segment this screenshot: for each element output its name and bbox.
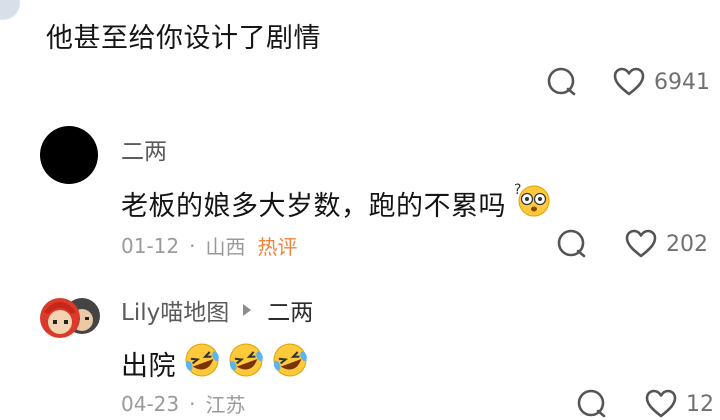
rolling-laughing-emoji xyxy=(180,340,224,387)
reply-text: 出院 xyxy=(121,351,176,382)
comment-text: 老板的娘多大岁数，跑的不累吗 xyxy=(121,191,506,222)
comment-actions: 6941 xyxy=(546,66,710,98)
heart-icon[interactable] xyxy=(624,228,658,260)
avatar[interactable] xyxy=(40,126,98,184)
heart-icon[interactable] xyxy=(612,66,646,98)
username[interactable]: Lily喵地图 xyxy=(121,293,229,327)
avatar[interactable] xyxy=(40,288,100,344)
reply-actions: 12 xyxy=(576,388,714,420)
reply-date: 04-23 xyxy=(121,391,180,416)
comment-actions: 202 xyxy=(556,228,708,260)
heart-icon[interactable] xyxy=(644,388,678,420)
flushed-face-emoji: ? xyxy=(512,182,552,225)
rolling-laughing-emoji xyxy=(224,340,268,387)
reply-header: Lily喵地图 二两 xyxy=(121,293,313,327)
reply-location: 江苏 xyxy=(205,393,246,417)
comment-date: 01-12 xyxy=(121,233,180,258)
reply-meta: 04-23 · 江苏 xyxy=(121,389,245,418)
comment-text: 他甚至给你设计了剧情 xyxy=(46,23,321,54)
hot-badge: 热评 xyxy=(257,235,298,259)
comment-icon[interactable] xyxy=(576,388,608,420)
reply-body: 出院 xyxy=(121,340,312,387)
comment-icon[interactable] xyxy=(546,66,578,98)
like-count: 202 xyxy=(666,231,708,257)
like-count: 12 xyxy=(686,391,714,417)
comment-meta: 01-12 · 山西 热评 xyxy=(121,231,297,260)
like-count: 6941 xyxy=(654,69,710,95)
svg-text:?: ? xyxy=(514,182,522,198)
avatar[interactable] xyxy=(0,0,20,20)
rolling-laughing-emoji xyxy=(268,340,312,387)
reply-target[interactable]: 二两 xyxy=(267,293,313,327)
comment-body: 老板的娘多大岁数，跑的不累吗 ? xyxy=(121,182,552,225)
comment-location: 山西 xyxy=(205,235,246,259)
play-triangle-icon xyxy=(243,304,252,316)
comment-icon[interactable] xyxy=(556,228,588,260)
username[interactable]: 二两 xyxy=(121,132,167,166)
